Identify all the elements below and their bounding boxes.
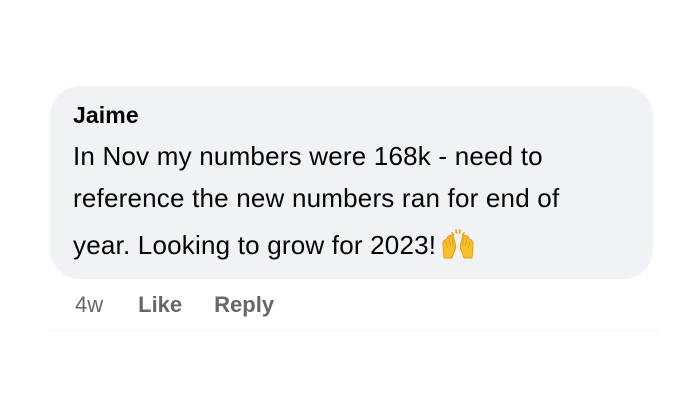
comment-bubble: Jaime In Nov my numbers were 168k - need…	[50, 86, 653, 279]
comment-text-line: In Nov my numbers were 168k - need to	[73, 141, 543, 171]
raising-hands-emoji-icon	[440, 228, 476, 272]
comment-author-name[interactable]: Jaime	[73, 100, 633, 130]
comment-text-line: reference the new numbers ran for end of	[73, 183, 560, 213]
comment: Jaime In Nov my numbers were 168k - need…	[50, 86, 653, 279]
reply-button[interactable]: Reply	[214, 290, 274, 320]
comment-text-line-last: year. Looking to grow for 2023!	[73, 224, 633, 272]
comment-text: In Nov my numbers were 168k - need to re…	[73, 135, 633, 272]
comment-text-line: year. Looking to grow for 2023!	[73, 230, 437, 260]
comment-timestamp[interactable]: 4w	[75, 290, 103, 320]
comment-actions: 4w Like Reply	[75, 290, 306, 320]
divider	[50, 330, 660, 331]
like-button[interactable]: Like	[138, 290, 182, 320]
